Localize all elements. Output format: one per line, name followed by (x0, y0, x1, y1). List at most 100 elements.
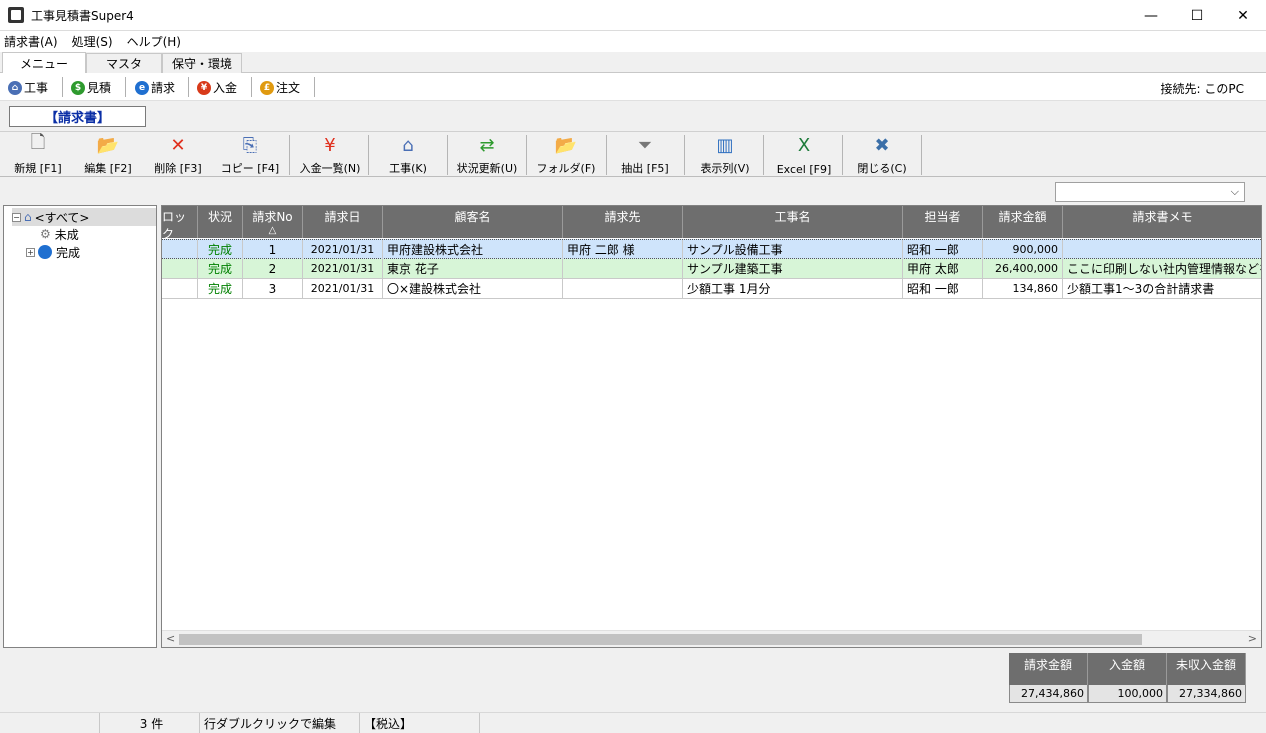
total-outstanding-amount: 未収入金額 27,334,860 (1167, 653, 1246, 703)
grid-header: ロック 状況 請求No △ 請求日 顧客名 請求先 工事名 担当者 請求金額 請求… (162, 206, 1261, 241)
cell-lock (162, 279, 198, 298)
column-header-staff[interactable]: 担当者 (903, 206, 983, 238)
invoice-grid: ロック 状況 請求No △ 請求日 顧客名 請求先 工事名 担当者 請求金額 請求… (161, 205, 1262, 648)
scroll-left-icon[interactable]: < (166, 632, 175, 645)
filter-button[interactable]: ⏷ 抽出 [F5] (614, 134, 676, 176)
totals-panel: 請求金額 27,434,860 入金額 100,000 未収入金額 27,334… (1009, 653, 1247, 703)
close-button[interactable]: ✖ 閉じる(C) (852, 134, 912, 176)
folder-icon: 📂 (554, 134, 578, 156)
quick-nav-invoice[interactable]: e 請求 (135, 79, 175, 96)
menu-bar: 請求書(A) 処理(S) ヘルプ(H) (0, 31, 1266, 52)
column-header-lock[interactable]: ロック (162, 206, 198, 241)
window-controls: — ☐ ✕ (1128, 0, 1266, 31)
separator (251, 77, 252, 97)
scrollbar-thumb[interactable] (179, 634, 1142, 645)
table-row[interactable]: 完成 2 2021/01/31 東京 花子 サンプル建築工事 甲府 太郎 26,… (162, 259, 1261, 279)
button-label: 閉じる(C) (857, 162, 907, 175)
column-header-project[interactable]: 工事名 (683, 206, 903, 238)
yen-icon: ¥ (197, 80, 211, 95)
quick-nav-label: 入金 (213, 81, 238, 95)
separator (763, 135, 764, 175)
quick-nav-payment[interactable]: ¥ 入金 (197, 79, 237, 96)
menu-help[interactable]: ヘルプ(H) (127, 33, 181, 50)
status-hint: 行ダブルクリックで編集 (200, 713, 360, 733)
status-update-button[interactable]: ⇄ 状況更新(U) (452, 134, 522, 176)
new-button[interactable]: 🗋 新規 [F1] (10, 132, 66, 176)
folder-button[interactable]: 📂 フォルダ(F) (533, 134, 599, 176)
pound-icon: £ (260, 80, 274, 95)
menu-invoice[interactable]: 請求書(A) (4, 33, 58, 50)
bar-chart-icon: ▥ (716, 134, 734, 156)
cell-customer: 甲府建設株式会社 (383, 240, 563, 259)
quick-nav-project[interactable]: ⌂ 工事 (8, 79, 48, 96)
euro-icon: e (135, 80, 149, 95)
tab-master[interactable]: マスタ (86, 53, 162, 73)
tab-strip: メニュー マスタ 保守・環境 (0, 52, 1266, 73)
tree-node-incomplete[interactable]: ⚙ 未成 (40, 225, 140, 243)
column-header-status[interactable]: 状況 (198, 206, 243, 238)
close-x-icon: ✖ (874, 134, 890, 156)
column-header-memo[interactable]: 請求書メモ (1063, 206, 1261, 238)
close-window-button[interactable]: ✕ (1220, 0, 1266, 31)
column-header-invoice-date[interactable]: 請求日 (303, 206, 383, 238)
column-header-bill-to[interactable]: 請求先 (563, 206, 683, 238)
cell-bill-to (563, 279, 683, 298)
button-label: 状況更新(U) (456, 162, 518, 175)
menu-process[interactable]: 処理(S) (72, 33, 113, 50)
gear-icon: ⚙ (40, 227, 51, 241)
excel-button[interactable]: X Excel [F9] (772, 134, 836, 177)
filter-dropdown[interactable]: ⌵ (1055, 182, 1245, 202)
separator (921, 135, 922, 175)
column-header-amount[interactable]: 請求金額 (983, 206, 1063, 238)
table-row[interactable]: 完成 1 2021/01/31 甲府建設株式会社 甲府 二郎 様 サンプル設備工… (162, 239, 1261, 259)
maximize-button[interactable]: ☐ (1174, 0, 1220, 31)
app-icon (8, 7, 24, 23)
cell-status: 完成 (198, 259, 243, 278)
tree-node-all[interactable]: − ⌂ <すべて> (12, 208, 156, 226)
delete-button[interactable]: ✕ 削除 [F3] (148, 134, 208, 176)
total-value: 27,434,860 (1009, 685, 1088, 703)
cell-memo: ここに印刷しない社内管理情報などを記 (1063, 259, 1261, 278)
payment-list-button[interactable]: ¥ 入金一覧(N) (295, 134, 365, 176)
column-label: ロック (162, 210, 187, 241)
copy-button[interactable]: ⎘ コピー [F4] (216, 134, 284, 176)
quick-nav-estimate[interactable]: $ 見積 (71, 79, 111, 96)
cell-date: 2021/01/31 (303, 279, 383, 298)
column-header-customer[interactable]: 顧客名 (383, 206, 563, 238)
column-label: 請求先 (604, 210, 641, 224)
column-header-invoice-no[interactable]: 請求No △ (243, 206, 303, 238)
display-columns-button[interactable]: ▥ 表示列(V) (694, 134, 756, 176)
table-row[interactable]: 完成 3 2021/01/31 〇×建設株式会社 少額工事 1月分 昭和 一郎 … (162, 279, 1261, 299)
status-cell-blank (0, 713, 100, 733)
cell-amount: 900,000 (983, 240, 1063, 259)
minimize-button[interactable]: — (1128, 0, 1174, 31)
house-icon: ⌂ (402, 134, 414, 156)
project-button[interactable]: ⌂ 工事(K) (378, 134, 438, 176)
cell-project: 少額工事 1月分 (683, 279, 903, 298)
window-title: 工事見積書Super4 (31, 8, 134, 23)
tree-node-label: <すべて> (34, 210, 90, 225)
horizontal-scrollbar[interactable]: < > (162, 630, 1261, 647)
column-label: 請求金額 (998, 210, 1047, 224)
cell-amount: 26,400,000 (983, 259, 1063, 278)
separator (606, 135, 607, 175)
edit-button[interactable]: 📂 編集 [F2] (78, 134, 138, 176)
quick-nav-label: 注文 (276, 81, 301, 95)
tree-node-label: 完成 (56, 245, 81, 260)
quick-nav-order[interactable]: £ 注文 (260, 79, 300, 96)
expand-icon[interactable]: + (26, 247, 35, 257)
button-label: 表示列(V) (700, 162, 750, 175)
collapse-icon[interactable]: − (12, 212, 21, 222)
tab-maintenance[interactable]: 保守・環境 (162, 53, 242, 73)
connection-label: 接続先: このPC (1160, 82, 1244, 96)
tree-node-complete[interactable]: + 完成 (26, 243, 126, 261)
tab-menu[interactable]: メニュー (2, 52, 86, 73)
column-label: 担当者 (924, 210, 961, 224)
button-label: 入金一覧(N) (299, 162, 361, 175)
scroll-right-icon[interactable]: > (1248, 632, 1257, 645)
category-tree: − ⌂ <すべて> ⚙ 未成 + 完成 (3, 205, 157, 648)
button-label: 編集 [F2] (84, 162, 132, 175)
cell-date: 2021/01/31 (303, 259, 383, 278)
funnel-icon: ⏷ (637, 134, 653, 156)
column-label: 請求No (252, 210, 293, 224)
